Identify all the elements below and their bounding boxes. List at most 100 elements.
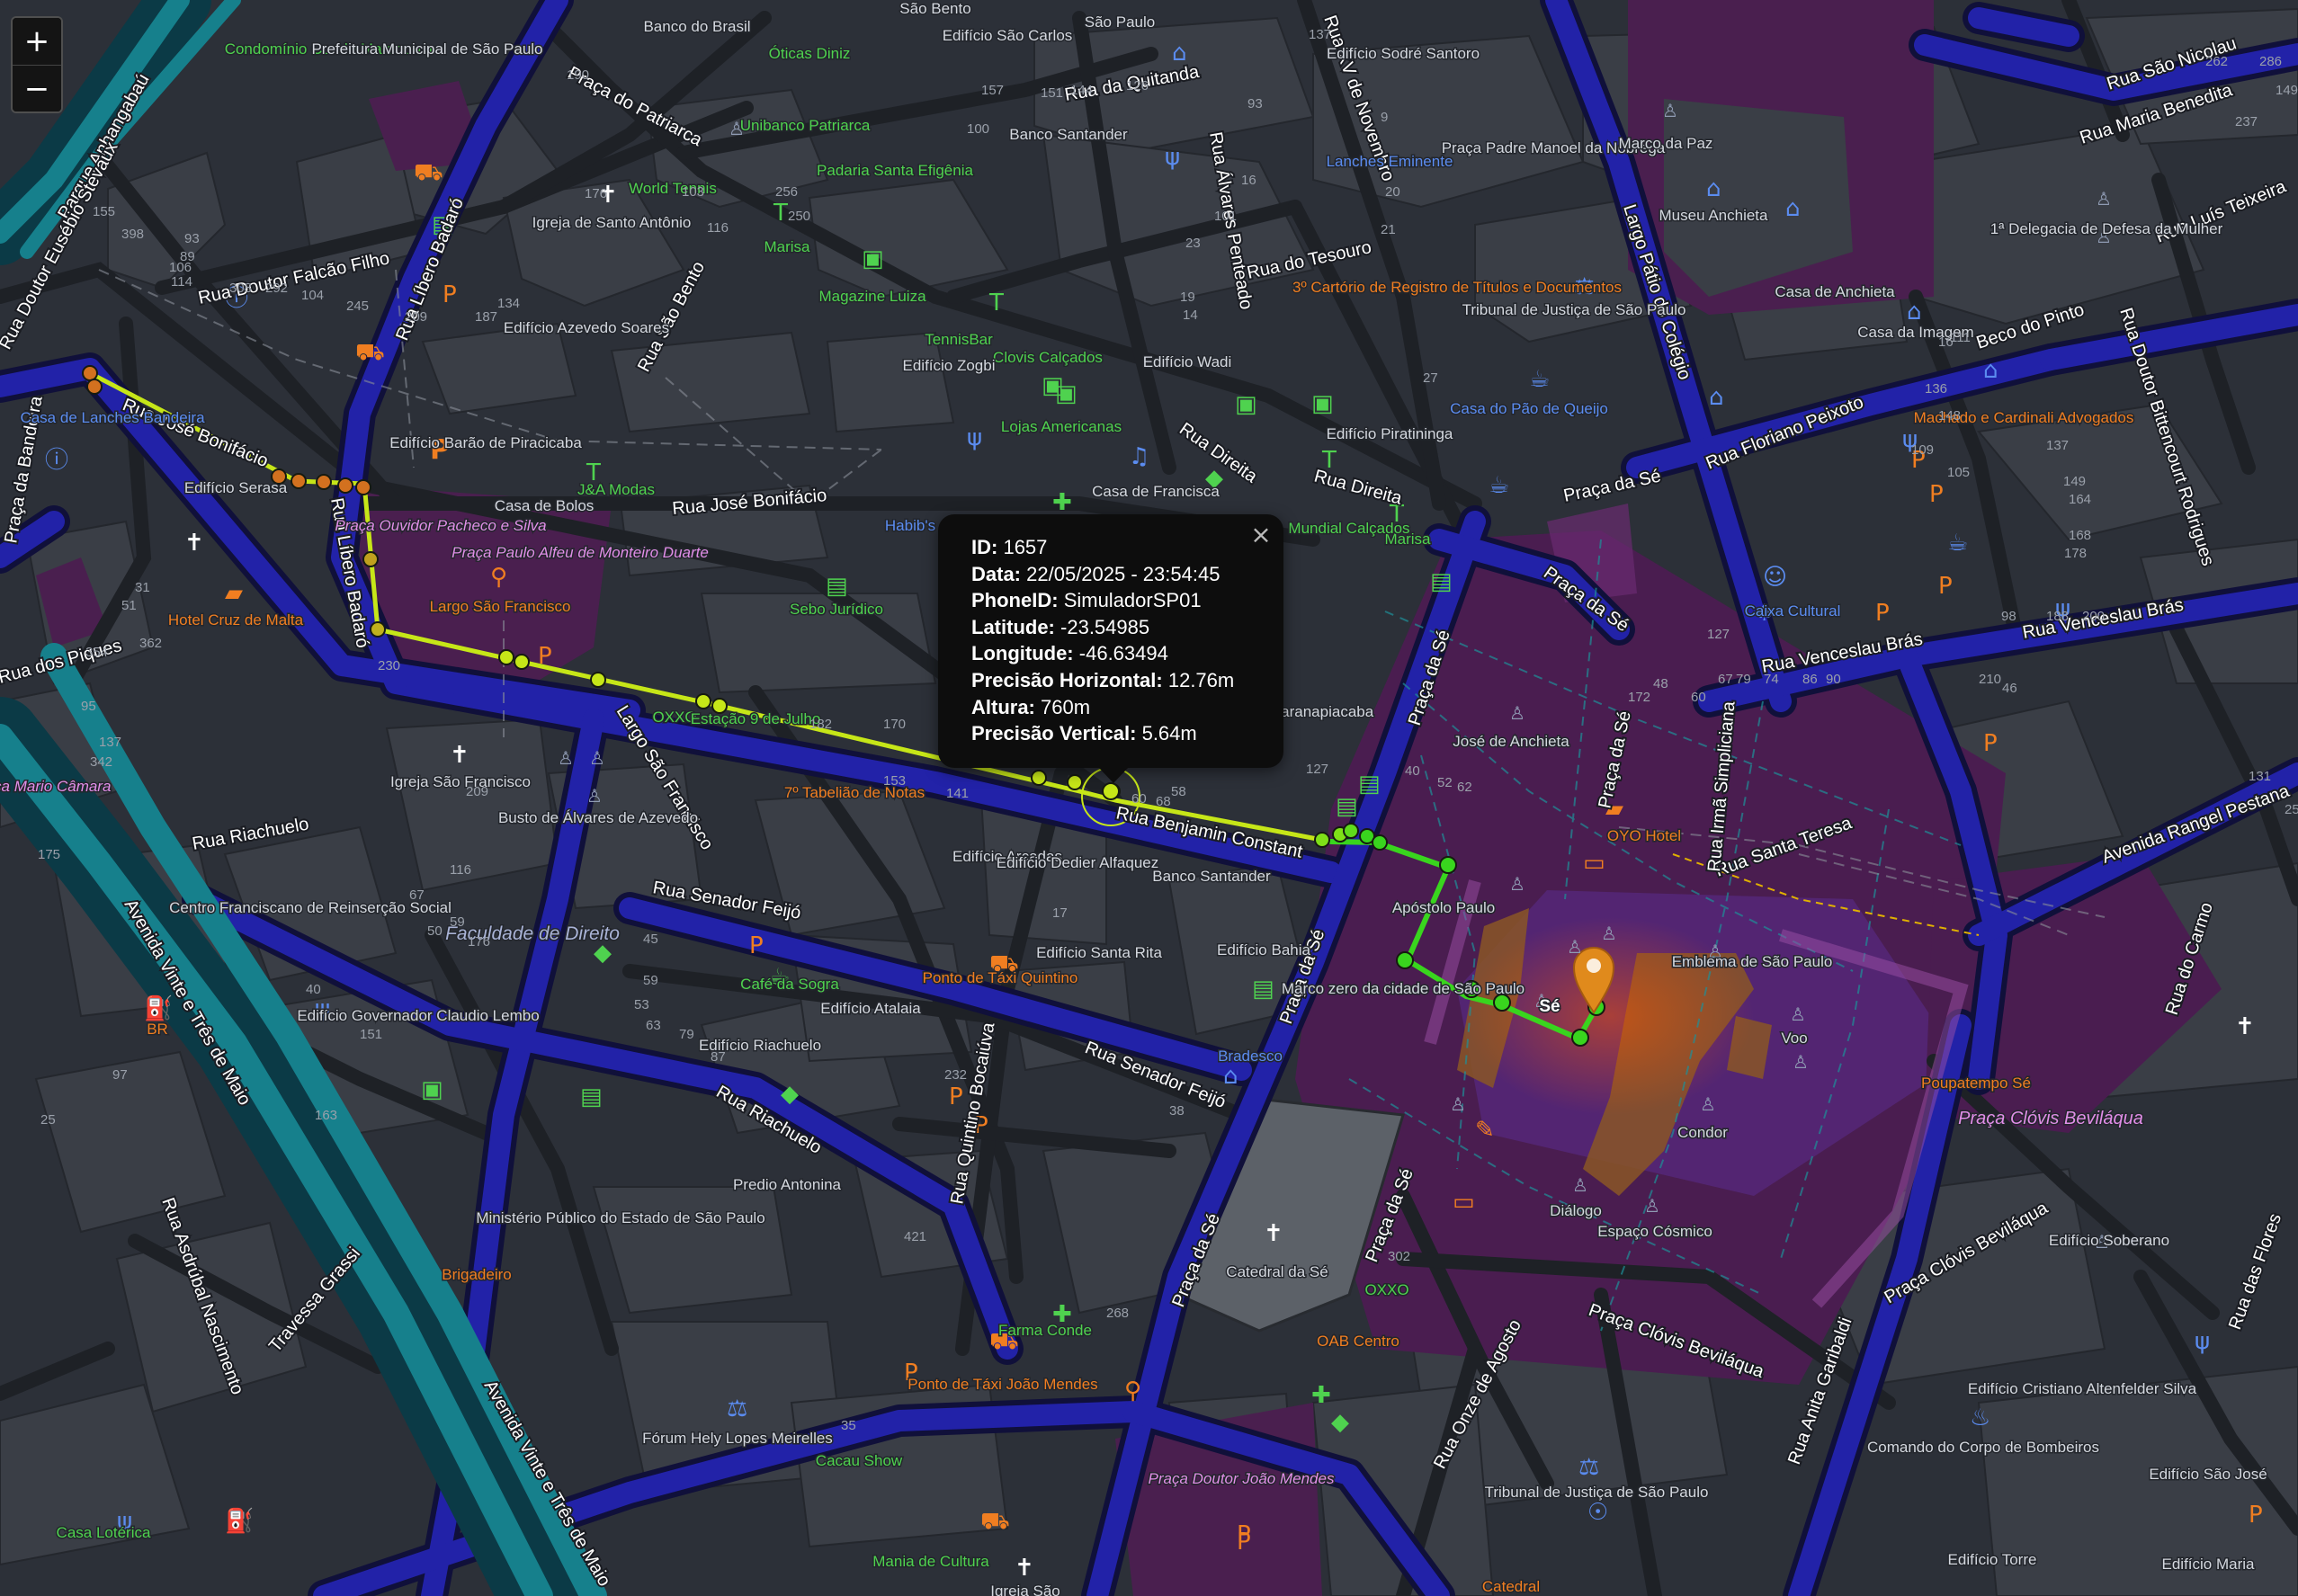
house-number: 67 xyxy=(409,887,425,903)
book-icon: ▤ xyxy=(1252,976,1274,1003)
house-number: 164 xyxy=(2069,492,2091,507)
label-jam-modas: J&A Modas xyxy=(577,481,655,498)
house-number: 20 xyxy=(1385,184,1400,200)
popup-row-phone-id: PhoneID: SimuladorSP01 xyxy=(971,587,1234,614)
house-number: 40 xyxy=(306,982,321,997)
label-mundial-calcados: Mundial Calçados xyxy=(1288,520,1409,537)
bank-icon: ⌂ xyxy=(1172,40,1187,67)
label-edificio-serasa: Edifício Serasa xyxy=(184,479,288,496)
house-number: 268 xyxy=(1106,1306,1129,1321)
zoom-control: + − xyxy=(11,16,63,113)
label-cartorio: 3º Cartório de Registro de Títulos e Doc… xyxy=(1292,279,1622,296)
house-number: 111 xyxy=(1950,330,1971,345)
toilet-icon: ☉ xyxy=(1587,1499,1608,1526)
label-sebo-juridico: Sebo Jurídico xyxy=(790,601,883,618)
house-number: 25 xyxy=(40,1112,56,1128)
parking-icon: P xyxy=(2249,1502,2263,1529)
house-number: 79 xyxy=(1736,672,1751,687)
label-espaco: Espaço Cósmico xyxy=(1597,1223,1712,1240)
house-number: 19 xyxy=(1180,290,1195,305)
popup-label: Precisão Horizontal: xyxy=(971,668,1163,691)
house-number: 38 xyxy=(1169,1103,1185,1119)
cart-icon: ▣ xyxy=(421,1076,443,1103)
label-casa-anchieta: Casa de Anchieta xyxy=(1775,283,1895,300)
label-edificio-cristiano: Edifício Cristiano Altenfelder Silva xyxy=(1968,1380,2197,1397)
taxi-icon: ⛟ xyxy=(980,1508,1010,1535)
label-edificio-santa-rita: Edifício Santa Rita xyxy=(1036,944,1162,961)
selected-point[interactable] xyxy=(1102,782,1120,800)
book-icon: ▤ xyxy=(826,573,848,600)
label-ponto-taxi-joao: Ponto de Táxi João Mendes xyxy=(908,1376,1097,1393)
zoom-out-button[interactable]: − xyxy=(13,65,61,111)
house-number: 16 xyxy=(1241,173,1256,188)
house-number: 182 xyxy=(809,717,832,732)
label-casa-bolos: Casa de Bolos xyxy=(495,497,595,514)
house-number: 97 xyxy=(112,1067,128,1083)
label-magazine-luiza: Magazine Luiza xyxy=(818,288,926,305)
restaurant-icon: ψ xyxy=(2195,1328,2210,1355)
svg-text:♙: ♙ xyxy=(1790,1003,1806,1025)
popup-label: Data: xyxy=(971,562,1022,585)
church-icon: ✝ xyxy=(1015,1555,1034,1582)
clothing-icon: T xyxy=(773,200,788,227)
house-number: 149 xyxy=(2276,83,2298,98)
label-sao-bento: São Bento xyxy=(899,0,970,17)
parking-icon: P xyxy=(1875,600,1890,627)
popup-label: PhoneID: xyxy=(971,589,1059,612)
label-edificio-bahia: Edifício Bahia xyxy=(1217,941,1310,958)
label-casa-pao: Casa do Pão de Queijo xyxy=(1450,400,1608,417)
svg-text:♙: ♙ xyxy=(1700,1093,1716,1115)
popup-label: ID: xyxy=(971,536,998,558)
house-number: 9 xyxy=(1381,110,1388,125)
label-oxxo-se: OXXO xyxy=(1364,1281,1408,1298)
map-canvas[interactable]: ✝ ✝ ✝ ✝ ✝ ✝ P P P P P P P P P P P P P P … xyxy=(0,0,2298,1596)
info-icon: ⓘ xyxy=(45,447,68,474)
house-number: 90 xyxy=(1826,672,1841,687)
house-number: 52 xyxy=(1437,775,1453,790)
museum-icon: ⌂ xyxy=(1709,384,1724,411)
house-number: 68 xyxy=(1156,794,1171,809)
popup-label: Altura: xyxy=(971,695,1035,718)
house-number: 210 xyxy=(1979,672,2001,687)
label-sao-paulo-top: São Paulo xyxy=(1085,13,1155,31)
label-tennisbar: TennisBar xyxy=(925,331,993,348)
clothing-icon: T xyxy=(988,290,1004,317)
house-number: 58 xyxy=(1171,784,1186,799)
parking-icon: P xyxy=(1929,481,1944,508)
label-edificio-atalaia: Edifício Atalaia xyxy=(820,1000,921,1017)
house-number: 40 xyxy=(1405,763,1420,779)
label-oab-centro: OAB Centro xyxy=(1317,1333,1399,1350)
label-casa-francisca: Casa de Francisca xyxy=(1092,483,1220,500)
label-museu-anchieta: Museu Anchieta xyxy=(1659,207,1769,224)
house-number: 51 xyxy=(121,598,137,613)
house-number: 59 xyxy=(643,973,658,988)
label-oticas-diniz: Óticas Diniz xyxy=(769,45,851,62)
label-edificio-zogbi: Edifício Zogbi xyxy=(903,357,996,374)
bike-icon: ⚲ xyxy=(1124,1378,1141,1404)
label-banco-brasil: Banco do Brasil xyxy=(643,18,750,35)
shop-icon: ◆ xyxy=(1331,1409,1349,1436)
house-number: 178 xyxy=(2064,546,2087,561)
house-number: 157 xyxy=(981,83,1004,98)
house-number: 170 xyxy=(883,717,906,732)
book-icon: ▤ xyxy=(580,1083,603,1110)
house-number: 302 xyxy=(1388,1249,1410,1264)
fire-station-icon: ♨ xyxy=(1970,1404,1990,1431)
label-casa-lanches: Casa de Lanches Bandeira xyxy=(20,409,205,426)
label-praca-joao-mendes: Praça Doutor João Mendes xyxy=(1149,1470,1335,1487)
zoom-in-button[interactable]: + xyxy=(13,18,61,65)
close-icon[interactable]: × xyxy=(1246,520,1276,550)
parking-icon: P xyxy=(1938,573,1953,600)
svg-text:♙: ♙ xyxy=(1662,100,1678,121)
fuel-icon: ⛽ xyxy=(144,994,173,1022)
label-casa-loterica: Casa Lotérica xyxy=(57,1524,151,1541)
label-banco-santander-1: Banco Santander xyxy=(1009,126,1128,143)
label-forum: Fórum Hely Lopes Meirelles xyxy=(642,1430,833,1447)
house-number: 93 xyxy=(184,231,200,246)
label-dialogo: Diálogo xyxy=(1550,1202,1602,1219)
house-number: 153 xyxy=(883,773,906,789)
popup-value: 22/05/2025 - 23:54:45 xyxy=(1026,562,1221,585)
house-number: 63 xyxy=(646,1018,661,1033)
house-number: 74 xyxy=(1764,672,1779,687)
label-condor: Condor xyxy=(1677,1124,1728,1141)
